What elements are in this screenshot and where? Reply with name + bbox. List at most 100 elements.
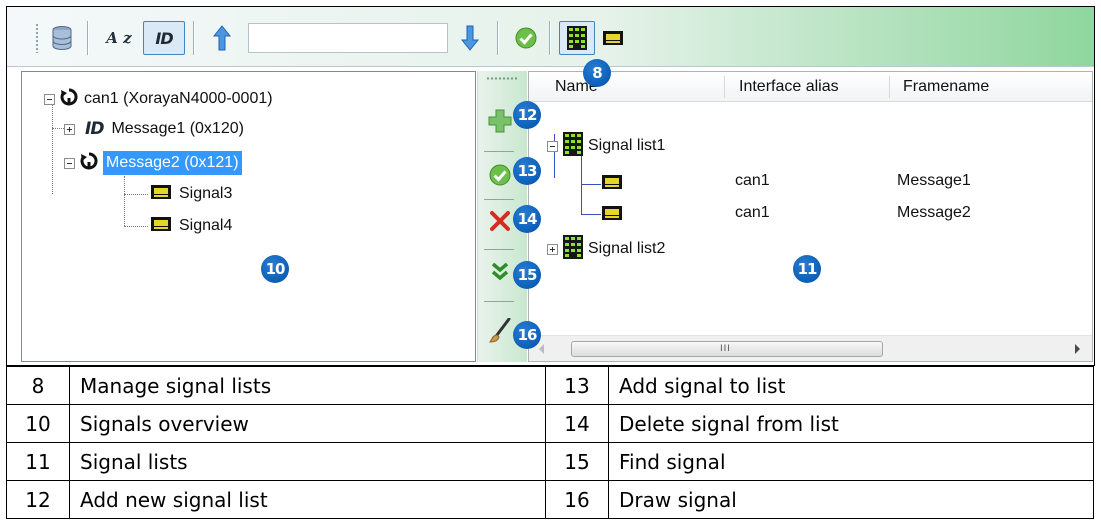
column-header-interface-alias[interactable]: Interface alias	[733, 72, 883, 102]
tree-label: can1 (XorayaN4000-0001)	[84, 90, 273, 107]
signals-overview-tree[interactable]: can1 (XorayaN4000-0001) ID Message1 (0x1…	[21, 71, 476, 362]
database-button[interactable]	[45, 21, 79, 55]
find-signal-button[interactable]	[486, 259, 514, 287]
check-icon	[514, 26, 538, 50]
toolbar-separator	[87, 21, 88, 55]
tree-node-message2[interactable]: Message2 (0x121)	[64, 150, 242, 176]
callout-badge-10: 10	[261, 255, 289, 283]
move-down-button[interactable]	[455, 21, 485, 55]
legend-description: Find signal	[608, 442, 1094, 481]
column-header-framename[interactable]: Framename	[897, 72, 1077, 102]
application-screenshot: A z ID can1 (XorayaN4000-0001) ID Messag…	[6, 6, 1095, 366]
grid-label: Signal list1	[588, 137, 666, 154]
grid-row-signal-list2[interactable]: Signal list2	[547, 234, 666, 265]
manage-signal-lists-button[interactable]	[559, 21, 595, 55]
check-button[interactable]	[511, 21, 541, 55]
arrow-up-icon	[212, 24, 232, 52]
tree-label: Signal3	[179, 185, 233, 202]
legend-description: Signals overview	[69, 404, 546, 443]
tree-connector	[124, 194, 148, 195]
callout-badge-11: 11	[793, 255, 821, 283]
legend-description: Manage signal lists	[69, 366, 546, 405]
horizontal-scrollbar[interactable]: III	[529, 335, 1092, 361]
signal-lists-grid[interactable]: Name Interface alias Framename Signal li…	[528, 71, 1093, 362]
legend-number: 11	[6, 442, 70, 481]
signal-icon	[150, 184, 172, 205]
legend-number: 16	[545, 480, 609, 519]
grid-label: Signal list2	[588, 240, 666, 257]
signal-list-icon	[562, 234, 584, 265]
legend-number: 12	[6, 480, 70, 519]
signal-icon	[601, 205, 623, 225]
grid-tree-connector	[581, 184, 601, 185]
toolbar-grip[interactable]	[486, 77, 518, 80]
legend-row: 11 Signal lists 15 Find signal	[6, 442, 1094, 481]
plus-icon	[487, 108, 513, 138]
tree-node-signal3[interactable]: Signal3	[150, 181, 232, 207]
scrollbar-thumb[interactable]: III	[571, 341, 883, 357]
collapse-toggle[interactable]	[547, 140, 558, 152]
tree-label: Message1 (0x120)	[111, 120, 244, 137]
scroll-right-icon[interactable]	[1075, 344, 1080, 354]
id-toggle-button[interactable]: ID	[143, 21, 185, 55]
expand-toggle[interactable]	[64, 123, 75, 135]
grid-cell-interface-alias: can1	[735, 172, 770, 189]
toolbar-separator	[484, 151, 514, 152]
toolbar-grip[interactable]	[35, 23, 39, 53]
tree-connector	[52, 104, 53, 194]
toolbar-separator	[193, 21, 194, 55]
toolbar-separator	[497, 21, 498, 55]
legend-description: Add new signal list	[69, 480, 546, 519]
legend-description: Draw signal	[608, 480, 1094, 519]
tree-label-selected: Message2 (0x121)	[103, 151, 242, 175]
expand-toggle[interactable]	[547, 243, 558, 255]
legend-number: 14	[545, 404, 609, 443]
scrollbar-grip: III	[720, 344, 731, 354]
legend-number: 13	[545, 366, 609, 405]
tree-node-can1[interactable]: can1 (XorayaN4000-0001)	[44, 86, 273, 112]
database-icon	[51, 25, 73, 51]
scroll-left-icon[interactable]	[539, 344, 544, 354]
grid-header: Name Interface alias Framename	[529, 72, 1092, 102]
check-icon	[488, 163, 512, 191]
move-up-button[interactable]	[207, 21, 237, 55]
sort-az-button[interactable]: A z	[99, 21, 139, 55]
callout-badge-13: 13	[513, 157, 541, 185]
tree-connector	[52, 128, 64, 129]
id-icon: ID	[85, 119, 104, 139]
search-input[interactable]	[248, 23, 448, 53]
callout-badge-12: 12	[513, 101, 541, 129]
column-divider[interactable]	[724, 76, 725, 98]
legend-number: 10	[6, 404, 70, 443]
toolbar-separator	[484, 199, 514, 200]
legend-description: Add signal to list	[608, 366, 1094, 405]
grid-cell-interface-alias: can1	[735, 204, 770, 221]
signal-button[interactable]	[599, 21, 627, 55]
grid-row-signal-list1[interactable]: Signal list1	[547, 131, 666, 159]
id-toggle-icon: ID	[155, 28, 173, 48]
signal-icon	[150, 216, 172, 237]
toolbar-separator	[484, 249, 514, 250]
tree-connector	[124, 226, 148, 227]
bus-icon	[59, 87, 79, 112]
main-toolbar: A z ID	[7, 7, 1094, 67]
tree-node-message1[interactable]: ID Message1 (0x120)	[64, 116, 244, 142]
column-divider[interactable]	[889, 76, 890, 98]
draw-signal-button[interactable]	[486, 317, 514, 347]
grid-tree-connector	[581, 184, 582, 214]
callout-badge-15: 15	[513, 261, 541, 289]
signal-list-icon	[566, 25, 588, 51]
bus-icon	[79, 151, 99, 176]
tree-node-signal4[interactable]: Signal4	[150, 213, 232, 239]
add-signal-to-list-button[interactable]	[486, 163, 514, 191]
collapse-toggle[interactable]	[44, 93, 55, 105]
column-header-name[interactable]: Name	[549, 72, 724, 102]
add-signal-list-button[interactable]	[486, 109, 514, 137]
legend-description: Delete signal from list	[608, 404, 1094, 443]
delete-signal-button[interactable]	[486, 209, 514, 237]
grid-tree-connector	[581, 214, 601, 215]
collapse-toggle[interactable]	[64, 157, 75, 169]
tree-connector	[124, 176, 125, 226]
legend-row: 8 Manage signal lists 13 Add signal to l…	[6, 366, 1094, 405]
legend-row: 10 Signals overview 14 Delete signal fro…	[6, 404, 1094, 443]
